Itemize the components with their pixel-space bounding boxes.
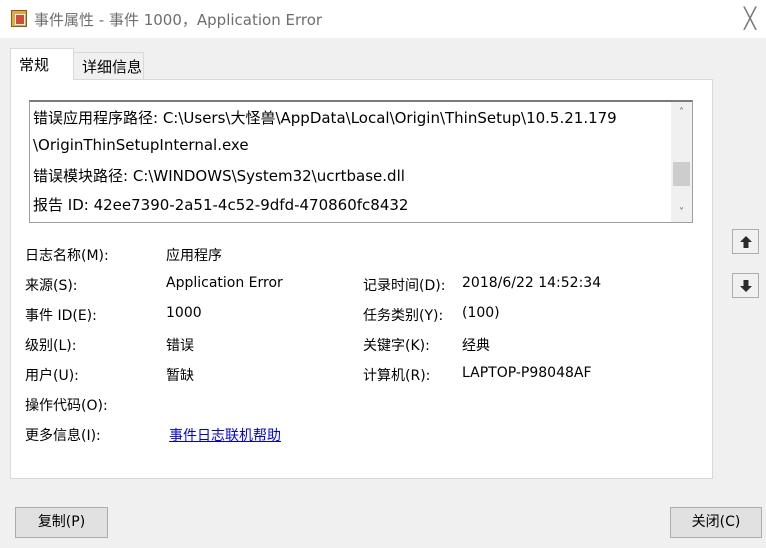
previous-event-button[interactable]: [732, 229, 759, 254]
opcode-label: 操作代码(O):: [25, 398, 108, 414]
description-line: 报告 ID: 42ee7390-2a51-4c52-9dfd-470860fc8…: [33, 196, 409, 214]
log-name-value: 应用程序: [166, 248, 222, 264]
close-icon[interactable]: ╳: [738, 6, 762, 30]
user-value: 暂缺: [166, 368, 194, 384]
computer-value: LAPTOP-P98048AF: [462, 365, 592, 381]
keywords-label: 关键字(K):: [363, 338, 430, 354]
up-arrow-icon: [740, 236, 752, 248]
source-value: Application Error: [166, 275, 283, 291]
description-line: 错误应用程序路径: C:\Users\大怪兽\AppData\Local\Ori…: [33, 109, 617, 127]
online-help-link[interactable]: 事件日志联机帮助: [169, 425, 281, 445]
more-info-label: 更多信息(I):: [25, 428, 101, 444]
task-category-value: (100): [462, 305, 500, 321]
level-value: 错误: [166, 338, 194, 354]
event-id-value: 1000: [166, 305, 202, 321]
scroll-thumb[interactable]: [673, 162, 690, 186]
tab-details[interactable]: 详细信息: [74, 52, 144, 79]
vertical-scrollbar[interactable]: ˄ ˅: [671, 102, 692, 222]
keywords-value: 经典: [462, 338, 490, 354]
scroll-up-icon[interactable]: ˄: [671, 104, 692, 122]
computer-label: 计算机(R):: [363, 368, 431, 384]
general-panel: 错误应用程序路径: C:\Users\大怪兽\AppData\Local\Ori…: [10, 79, 713, 479]
task-category-label: 任务类别(Y):: [363, 308, 444, 324]
title-bar: 事件属性 - 事件 1000，Application Error ╳: [0, 0, 766, 38]
tab-general[interactable]: 常规: [10, 48, 74, 80]
logged-label: 记录时间(D):: [363, 278, 446, 294]
level-label: 级别(L):: [25, 338, 77, 354]
description-line: \OriginThinSetupInternal.exe: [33, 136, 249, 154]
source-label: 来源(S):: [25, 278, 78, 294]
logged-value: 2018/6/22 14:52:34: [462, 275, 602, 291]
event-id-label: 事件 ID(E):: [25, 308, 97, 324]
down-arrow-icon: [740, 280, 752, 292]
log-name-label: 日志名称(M):: [25, 248, 109, 264]
description-line: 错误模块路径: C:\WINDOWS\System32\ucrtbase.dll: [33, 167, 405, 185]
description-box[interactable]: 错误应用程序路径: C:\Users\大怪兽\AppData\Local\Ori…: [29, 100, 693, 223]
close-button[interactable]: 关闭(C): [670, 507, 762, 538]
next-event-button[interactable]: [732, 273, 759, 298]
event-viewer-icon: [11, 10, 27, 27]
window-title: 事件属性 - 事件 1000，Application Error: [34, 11, 323, 29]
user-label: 用户(U):: [25, 368, 79, 384]
scroll-down-icon[interactable]: ˅: [671, 204, 692, 222]
copy-button[interactable]: 复制(P): [15, 507, 108, 538]
